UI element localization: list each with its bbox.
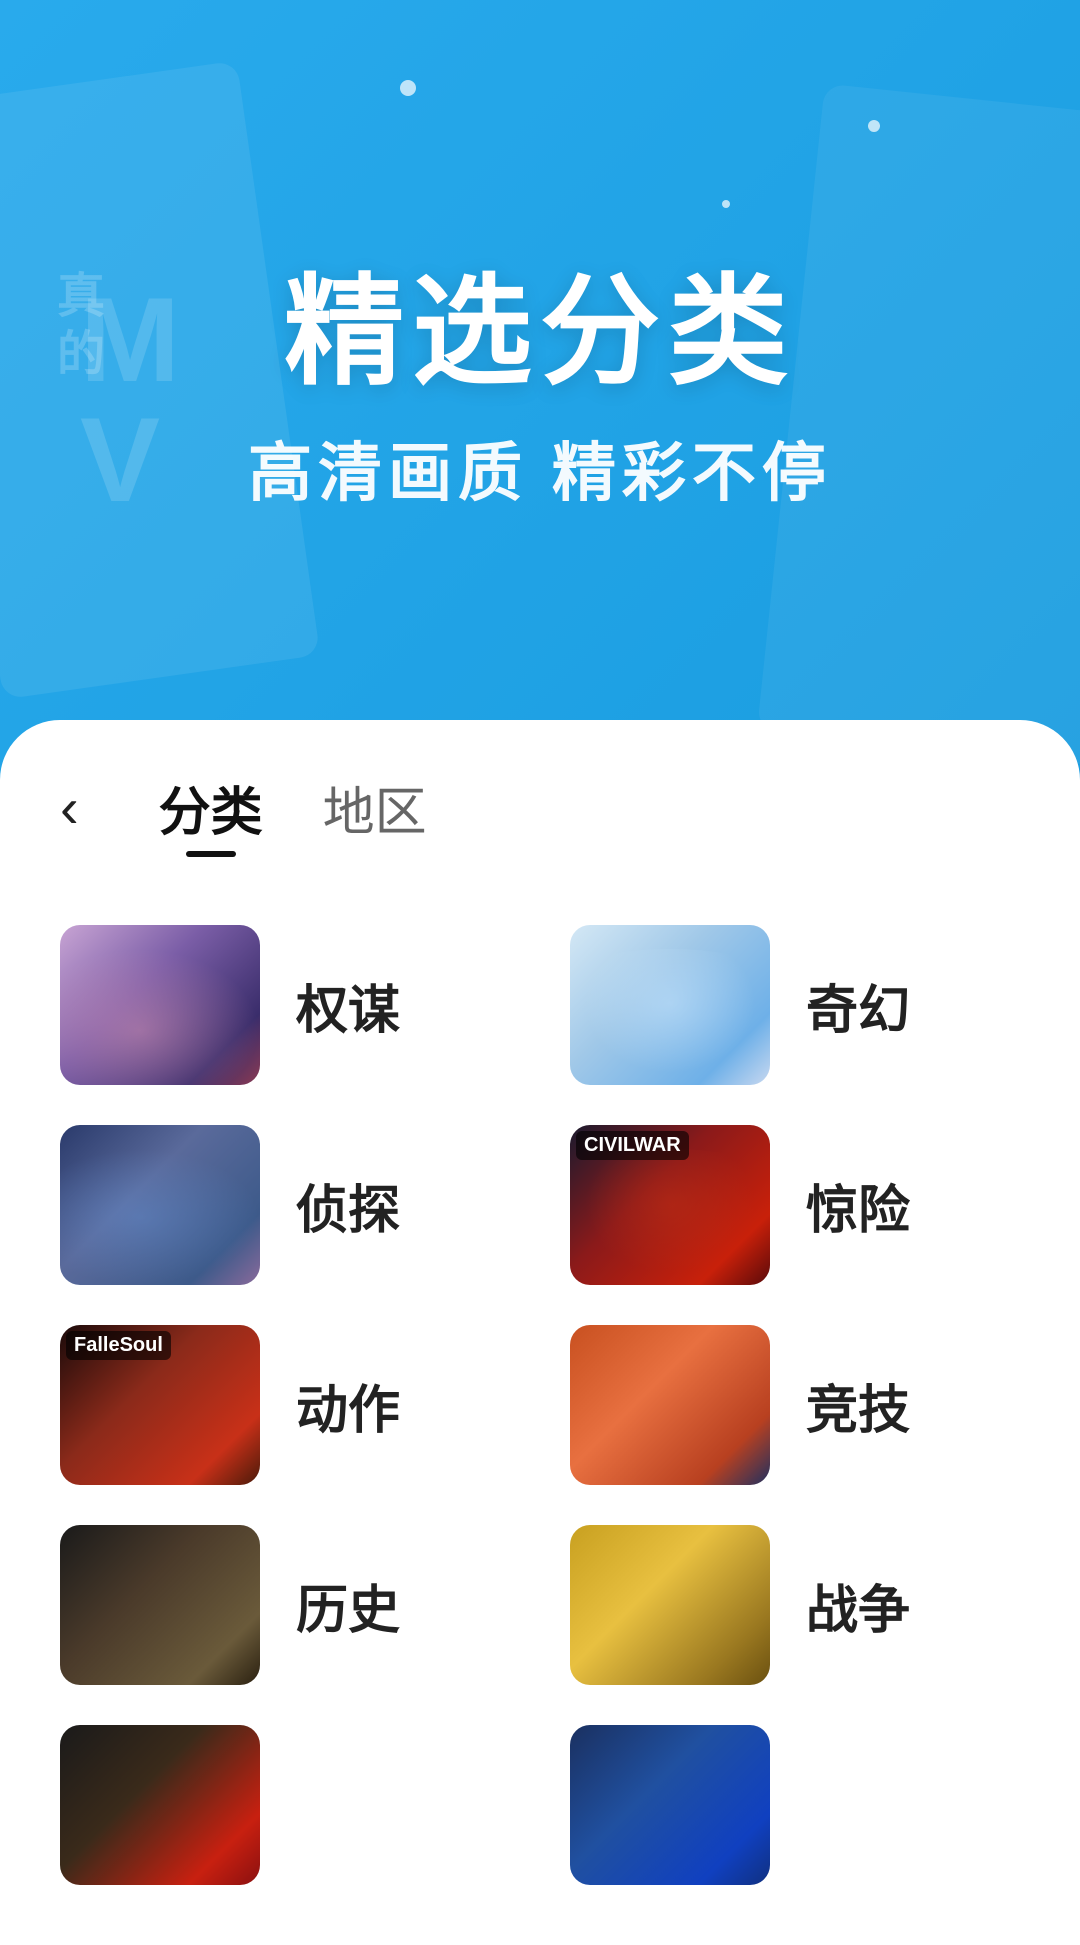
sparkle-2 bbox=[722, 200, 730, 208]
category-name-zhanzheng: 战争 bbox=[806, 1568, 910, 1643]
category-name-quanmou: 权谋 bbox=[296, 968, 400, 1043]
hero-section: M V 真的 精选分类 高清画质 精彩不停 bbox=[0, 0, 1080, 780]
category-item-quanmou[interactable]: 权谋 bbox=[60, 925, 510, 1085]
card-panel: ‹ 分类 地区 权谋 奇幻 bbox=[0, 720, 1080, 1945]
back-button[interactable]: ‹ bbox=[60, 780, 79, 836]
category-thumb-quanmou bbox=[60, 925, 260, 1085]
category-name-dongzuo: 动作 bbox=[296, 1368, 400, 1443]
category-thumb-dongzuo: FalleSoul bbox=[60, 1325, 260, 1485]
sparkle-1 bbox=[868, 120, 880, 132]
category-item-qihuan[interactable]: 奇幻 bbox=[570, 925, 1020, 1085]
category-item-zhentan[interactable]: 侦探 bbox=[60, 1125, 510, 1285]
watermark-v: V bbox=[80, 400, 160, 520]
category-name-jingji: 竞技 bbox=[806, 1368, 910, 1443]
category-thumb-lishi bbox=[60, 1525, 260, 1685]
hero-title: 精选分类 bbox=[284, 266, 796, 398]
tab-fenlei[interactable]: 分类 bbox=[159, 770, 263, 845]
category-name-qihuan: 奇幻 bbox=[806, 968, 910, 1043]
category-item-dongzuo[interactable]: FalleSoul 动作 bbox=[60, 1325, 510, 1485]
thumb-label-fallesoul: FalleSoul bbox=[66, 1331, 171, 1360]
category-thumb-other1 bbox=[60, 1725, 260, 1885]
category-thumb-jingxian: CIVILWAR bbox=[570, 1125, 770, 1285]
category-thumb-zhanzheng bbox=[570, 1525, 770, 1685]
category-thumb-jingji bbox=[570, 1325, 770, 1485]
hero-subtitle: 高清画质 精彩不停 bbox=[248, 422, 832, 514]
category-item-lishi[interactable]: 历史 bbox=[60, 1525, 510, 1685]
category-item-other1[interactable] bbox=[60, 1725, 510, 1885]
category-name-jingxian: 惊险 bbox=[806, 1168, 910, 1243]
category-name-lishi: 历史 bbox=[296, 1568, 400, 1643]
category-thumb-qihuan bbox=[570, 925, 770, 1085]
category-name-zhentan: 侦探 bbox=[296, 1168, 400, 1243]
category-item-zhanzheng[interactable]: 战争 bbox=[570, 1525, 1020, 1685]
category-item-jingji[interactable]: 竞技 bbox=[570, 1325, 1020, 1485]
category-thumb-other2 bbox=[570, 1725, 770, 1885]
watermark-zhen: 真的 bbox=[40, 270, 110, 386]
category-item-other2[interactable] bbox=[570, 1725, 1020, 1885]
thumb-label-civilwar: CIVILWAR bbox=[576, 1131, 689, 1160]
tab-diqu[interactable]: 地区 bbox=[323, 770, 427, 845]
category-item-jingxian[interactable]: CIVILWAR 惊险 bbox=[570, 1125, 1020, 1285]
tabs-header: ‹ 分类 地区 bbox=[60, 720, 1020, 885]
category-thumb-zhentan bbox=[60, 1125, 260, 1285]
category-grid: 权谋 奇幻 侦探 CIVILWAR bbox=[60, 925, 1020, 1885]
sparkle-3 bbox=[400, 80, 416, 96]
